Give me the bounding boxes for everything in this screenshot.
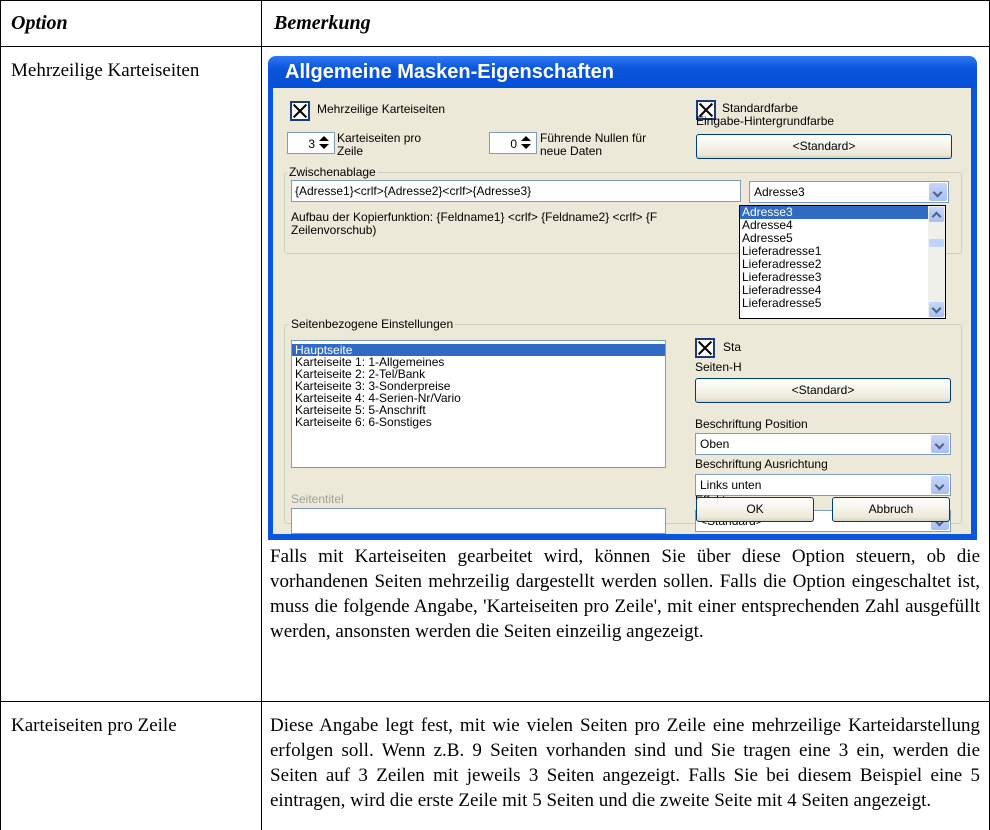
spin-arrows-icon[interactable] [518, 135, 534, 151]
clipboard-help-text: Aufbau der Kopierfunktion: {Feldname1} <… [291, 210, 658, 237]
label-alignment-label: Beschriftung Ausrichtung [695, 457, 828, 471]
scroll-down-icon[interactable] [929, 302, 944, 317]
header-remark: Bemerkung [274, 12, 371, 34]
pages-list[interactable]: Hauptseite Karteiseite 1: 1-Allgemeines … [291, 340, 666, 468]
dialog-body: Mehrzeilige Karteiseiten 3 Karteiseiten … [273, 88, 971, 534]
dropdown-scrollbar[interactable] [928, 206, 945, 318]
ok-button[interactable]: OK [696, 497, 814, 522]
row2-remark: Diese Angabe legt fest, mit wie vielen S… [270, 715, 980, 811]
label-position-label: Beschriftung Position [695, 417, 808, 431]
dialog-title: Allgemeine Masken-Eigenschaften [268, 56, 977, 88]
page-standard-color-checkbox[interactable] [695, 338, 715, 358]
header-option: Option [11, 12, 68, 34]
page-settings-group-label: Seitenbezogene Einstellungen [289, 317, 456, 331]
row2-option: Karteiseiten pro Zeile [11, 715, 177, 736]
input-background-label: Eingabe-Hintergrundfarbe [696, 114, 835, 128]
multiline-tabs-checkbox[interactable] [290, 101, 310, 121]
chevron-down-icon[interactable] [931, 435, 949, 453]
dialog-window: Allgemeine Masken-Eigenschaften Mehrzeil… [268, 56, 977, 540]
list-item[interactable]: Karteiseite 6: 6-Sonstiges [292, 416, 665, 428]
spin-arrows-icon[interactable] [316, 135, 332, 151]
page-background-label: Seiten-H [695, 360, 742, 374]
row1-remark: Falls mit Karteiseiten gearbeitet wird, … [270, 546, 980, 642]
header-bottom-border [0, 46, 990, 47]
tabs-per-row-stepper[interactable]: 3 [287, 132, 335, 154]
leading-zeros-value: 0 [510, 137, 517, 151]
multiline-tabs-label: Mehrzeilige Karteiseiten [317, 102, 446, 116]
table-top-border [0, 0, 990, 1]
page-background-standard-button[interactable]: <Standard> [695, 378, 951, 403]
clipboard-field-value: Adresse3 [754, 185, 805, 199]
page-title-input[interactable] [291, 508, 666, 534]
clipboard-format-input[interactable]: {Adresse1}<crlf>{Adresse2}<crlf>{Adresse… [291, 180, 741, 202]
column-divider [261, 0, 262, 830]
clipboard-field-select[interactable]: Adresse3 [749, 181, 949, 203]
input-background-standard-button[interactable]: <Standard> [696, 134, 952, 159]
chevron-down-icon[interactable] [929, 183, 947, 201]
page-title-label: Seitentitel [291, 492, 344, 506]
dropdown-item[interactable]: Lieferadresse5 [740, 297, 945, 310]
page-standard-color-label: Sta [723, 340, 742, 354]
tabs-per-row-value: 3 [308, 137, 315, 151]
table-left-border [0, 0, 1, 830]
row1-option: Mehrzeilige Karteiseiten [11, 60, 200, 81]
scroll-thumb[interactable] [929, 239, 944, 247]
row1-bottom-border [0, 701, 990, 702]
cancel-button[interactable]: Abbruch [832, 497, 950, 522]
clipboard-field-dropdown[interactable]: Adresse3 Adresse4 Adresse5 Lieferadresse… [739, 205, 946, 319]
leading-zeros-stepper[interactable]: 0 [489, 132, 537, 154]
label-alignment-select[interactable]: Links unten [695, 474, 951, 496]
scroll-up-icon[interactable] [929, 207, 944, 222]
chevron-down-icon[interactable] [931, 476, 949, 494]
clipboard-group-label: Zwischenablage [287, 165, 378, 179]
tabs-per-row-label: Karteiseiten pro Zeile [337, 131, 422, 158]
leading-zeros-label: Führende Nullen für neue Daten [540, 131, 647, 158]
label-position-select[interactable]: Oben [695, 433, 951, 455]
